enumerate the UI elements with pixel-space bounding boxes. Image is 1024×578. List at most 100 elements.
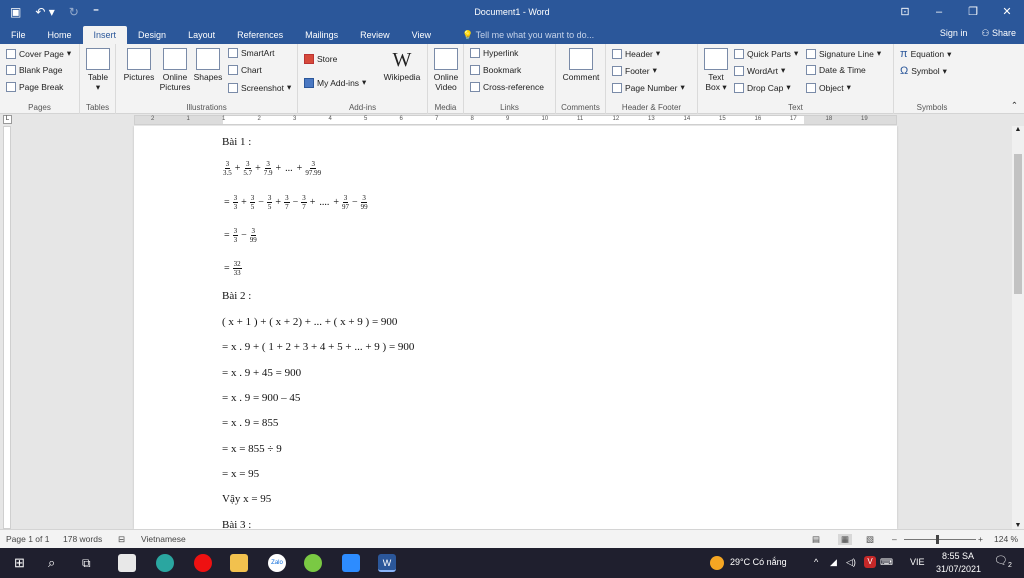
file-explorer-icon[interactable] [230, 554, 248, 572]
network-icon[interactable]: ◢ [830, 557, 837, 568]
page-number-button[interactable]: Page Number ▾ [612, 82, 685, 93]
clock-date[interactable]: 31/07/2021 [936, 564, 981, 574]
start-windows-icon[interactable]: ⊞ [14, 555, 25, 571]
zoom-level[interactable]: 124 % [994, 534, 1018, 544]
text-box-button[interactable]: Text Box ▾ [701, 48, 731, 92]
footer-button[interactable]: Footer ▾ [612, 65, 657, 76]
shapes-icon [196, 48, 220, 70]
proofing-icon[interactable]: ⊟ [118, 534, 125, 545]
table-button[interactable]: Table ▾ [84, 48, 112, 92]
date-time-button[interactable]: Date & Time [806, 65, 866, 75]
edge-browser-icon[interactable] [156, 554, 174, 572]
page-break-button[interactable]: Page Break [6, 82, 63, 92]
restore-button[interactable]: ❐ [956, 0, 990, 24]
zoom-out-icon[interactable]: – [892, 534, 897, 544]
wordart-button[interactable]: WordArt ▾ [734, 65, 785, 76]
header-button[interactable]: Header ▾ [612, 48, 660, 59]
quick-parts-button[interactable]: Quick Parts ▾ [734, 48, 798, 59]
fraction-numerator: 3 [249, 194, 256, 203]
page-count[interactable]: Page 1 of 1 [6, 534, 49, 544]
screenshot-button[interactable]: Screenshot ▾ [228, 82, 291, 93]
horizontal-ruler[interactable]: L 2 1 1 2 3 4 5 6 7 8 9 10 11 12 13 14 15 16 17 18 19 [0, 114, 1024, 126]
object-button[interactable]: Object ▾ [806, 82, 851, 93]
blank-page-icon [6, 65, 16, 75]
task-view-icon[interactable]: ⧉ [82, 556, 91, 571]
scrollbar-thumb[interactable] [1014, 154, 1022, 294]
drop-cap-button[interactable]: Drop Cap ▾ [734, 82, 791, 93]
collapse-ribbon-icon[interactable]: ⌃ [1011, 100, 1018, 111]
weather-text[interactable]: 29°C Có nắng [730, 557, 787, 567]
zalo-icon[interactable]: Zalo [268, 554, 286, 572]
print-layout-icon[interactable]: ▦ [838, 534, 853, 545]
hyperlink-button[interactable]: Hyperlink [470, 48, 518, 58]
tell-me-search[interactable]: 💡 Tell me what you want to do... [462, 26, 594, 44]
volume-icon[interactable]: ◁) [846, 557, 856, 568]
tab-mailings[interactable]: Mailings [294, 26, 349, 44]
document-page[interactable]: Bài 1 : 3 3.5 +3 5.7 +3 7.9 +... +3 97.99 = 3 3 +3 5… [134, 126, 897, 529]
tab-insert[interactable]: Insert [82, 26, 128, 44]
tab-selector-icon[interactable]: L [3, 115, 12, 124]
zoom-app-icon[interactable] [342, 554, 360, 572]
scroll-up-icon[interactable]: ▲ [1012, 126, 1024, 133]
operator: = [224, 230, 230, 241]
ribbon-display-options-icon[interactable]: ⊡ [888, 0, 922, 24]
tab-home[interactable]: Home [37, 26, 83, 44]
vertical-scrollbar[interactable]: ▲ ▼ [1012, 126, 1024, 529]
cover-page-button[interactable]: Cover Page ▾ [6, 48, 71, 59]
word-count[interactable]: 178 words [63, 534, 102, 544]
search-icon[interactable]: ⌕ [48, 555, 55, 571]
wikipedia-button[interactable]: W Wikipedia [380, 48, 424, 82]
smartart-button[interactable]: SmartArt [228, 48, 275, 58]
ruler-track: 2 1 1 2 3 4 5 6 7 8 9 10 11 12 13 14 15 16 17 18 19 [134, 115, 897, 125]
fraction-denominator: 7.9 [263, 169, 273, 177]
blank-page-button[interactable]: Blank Page [6, 65, 62, 75]
zoom-slider-handle[interactable] [936, 535, 939, 544]
shapes-button[interactable]: Shapes [192, 48, 224, 82]
tab-review[interactable]: Review [349, 26, 401, 44]
ruler-tick-label: 1 [186, 116, 190, 122]
vertical-ruler[interactable] [0, 126, 14, 529]
tab-design[interactable]: Design [127, 26, 177, 44]
online-video-button[interactable]: Online Video [430, 48, 462, 92]
coc-coc-browser-icon[interactable] [304, 554, 322, 572]
chart-button[interactable]: Chart [228, 65, 262, 75]
sun-weather-icon [710, 556, 724, 570]
document-area[interactable]: Bài 1 : 3 3.5 +3 5.7 +3 7.9 +... +3 97.99 = 3 3 +3 5… [14, 126, 1012, 529]
bookmark-button[interactable]: Bookmark [470, 65, 521, 75]
clock-time[interactable]: 8:55 SA [942, 551, 974, 561]
bai2-line: = x . 9 + 45 = 900 [222, 367, 302, 379]
sign-in-link[interactable]: Sign in [940, 28, 968, 39]
tab-references[interactable]: References [226, 26, 294, 44]
word-app-icon[interactable]: W [378, 554, 396, 572]
notification-center-icon[interactable]: 🗨2 [994, 554, 1012, 569]
equation-button[interactable]: π Equation ▾ [900, 48, 951, 60]
minimize-button[interactable]: – [922, 0, 956, 24]
my-addins-button[interactable]: My Add-ins ▾ [304, 77, 366, 88]
symbol-button[interactable]: Ω Symbol ▾ [900, 65, 947, 77]
cross-reference-button[interactable]: Cross-reference [470, 82, 544, 92]
scroll-down-icon[interactable]: ▼ [1012, 522, 1024, 529]
store-button[interactable]: Store [304, 54, 337, 64]
tab-view[interactable]: View [401, 26, 442, 44]
show-hidden-icons-icon[interactable]: ^ [814, 557, 818, 567]
zoom-in-icon[interactable]: + [978, 534, 983, 544]
tab-file[interactable]: File [0, 26, 37, 44]
store-app-icon[interactable] [118, 554, 136, 572]
pictures-button[interactable]: Pictures [120, 48, 158, 82]
zoom-slider[interactable] [904, 539, 976, 540]
input-language[interactable]: VIE [910, 557, 925, 567]
close-button[interactable]: ✕ [990, 0, 1024, 24]
signature-line-button[interactable]: Signature Line ▾ [806, 48, 881, 59]
fraction-numerator: 3 [301, 194, 307, 203]
online-pictures-button[interactable]: Online Pictures [158, 48, 192, 92]
share-button[interactable]: ⚇ Share [981, 28, 1016, 39]
fraction-numerator: 3 [265, 160, 271, 169]
comment-button[interactable]: Comment [559, 48, 603, 82]
read-mode-icon[interactable]: ▤ [812, 534, 820, 545]
tab-layout[interactable]: Layout [177, 26, 226, 44]
opera-browser-icon[interactable] [194, 554, 212, 572]
language-indicator[interactable]: Vietnamese [141, 534, 186, 544]
keyboard-icon[interactable]: ⌨ [880, 557, 893, 568]
web-layout-icon[interactable]: ▧ [866, 534, 874, 545]
vietkey-icon[interactable]: V [864, 556, 876, 568]
